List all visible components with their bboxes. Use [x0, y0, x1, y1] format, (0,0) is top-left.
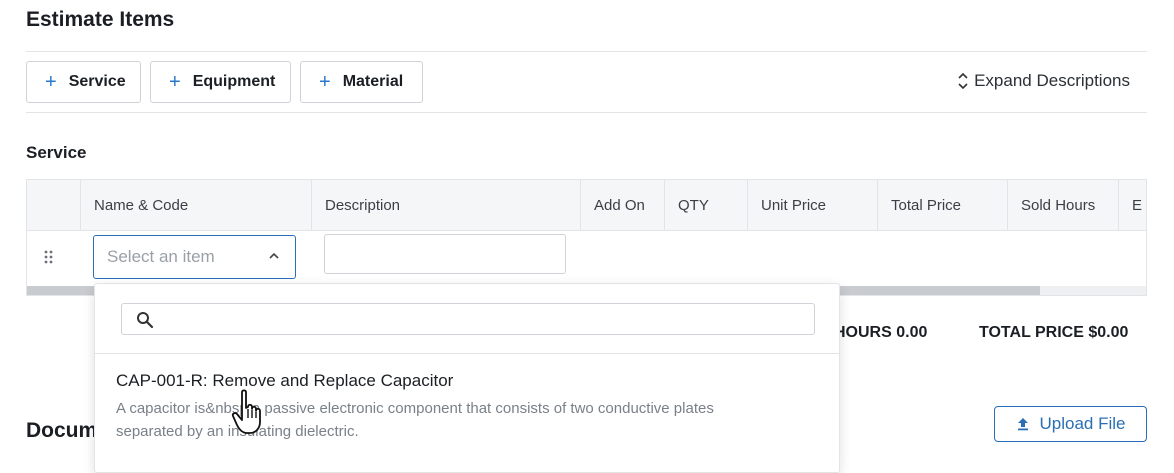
add-service-button[interactable]: + Service: [26, 61, 141, 103]
add-material-label: Material: [342, 73, 404, 90]
column-header-truncated: E: [1118, 180, 1146, 230]
sold-hours-total: HOURS 0.00: [834, 324, 928, 341]
sort-chevrons-icon: [958, 71, 968, 91]
add-material-button[interactable]: + Material: [300, 61, 423, 103]
plus-icon: +: [319, 71, 331, 93]
section-label: Service: [26, 143, 87, 162]
add-service-label: Service: [68, 73, 126, 90]
add-equipment-label: Equipment: [192, 73, 276, 90]
expand-descriptions-button[interactable]: Expand Descriptions: [958, 71, 1130, 91]
add-equipment-button[interactable]: + Equipment: [150, 61, 291, 103]
drag-handle-icon[interactable]: [44, 250, 54, 267]
expand-descriptions-label: Expand Descriptions: [974, 71, 1130, 90]
upload-file-label: Upload File: [1039, 414, 1126, 433]
option-description: A capacitor is&nbsp;a passive electronic…: [116, 400, 714, 440]
documents-title: Docum: [26, 419, 98, 442]
column-header-unit-price: Unit Price: [747, 180, 878, 230]
column-header-description: Description: [311, 180, 581, 230]
table-header: Name & Code Description Add On QTY Unit …: [27, 180, 1146, 231]
option-title: CAP-001-R: Remove and Replace Capacitor: [116, 371, 454, 390]
column-header-qty: QTY: [664, 180, 748, 230]
upload-file-button[interactable]: Upload File: [994, 406, 1147, 442]
divider: [26, 112, 1147, 113]
column-header-add-on: Add On: [580, 180, 665, 230]
hand-pointer-cursor-icon: [230, 388, 270, 443]
column-header-sold-hours: Sold Hours: [1007, 180, 1118, 230]
chevron-up-icon: [269, 249, 279, 263]
search-icon: [136, 311, 154, 334]
page-title: Estimate Items: [26, 8, 175, 31]
column-header-total-price: Total Price: [877, 180, 1008, 230]
upload-icon: [1016, 417, 1030, 431]
divider: [26, 51, 1147, 52]
dropdown-search-input[interactable]: [121, 303, 815, 335]
column-header-name-code: Name & Code: [80, 180, 311, 230]
item-dropdown: CAP-001-R: Remove and Replace Capacitor …: [94, 283, 840, 473]
item-select[interactable]: Select an item: [93, 235, 296, 279]
divider: [95, 353, 839, 354]
drag-column-header: [27, 180, 80, 230]
plus-icon: +: [169, 71, 181, 93]
total-price: TOTAL PRICE $0.00: [979, 324, 1129, 341]
plus-icon: +: [45, 71, 57, 93]
description-field[interactable]: [324, 234, 566, 274]
item-select-placeholder: Select an item: [107, 247, 215, 266]
